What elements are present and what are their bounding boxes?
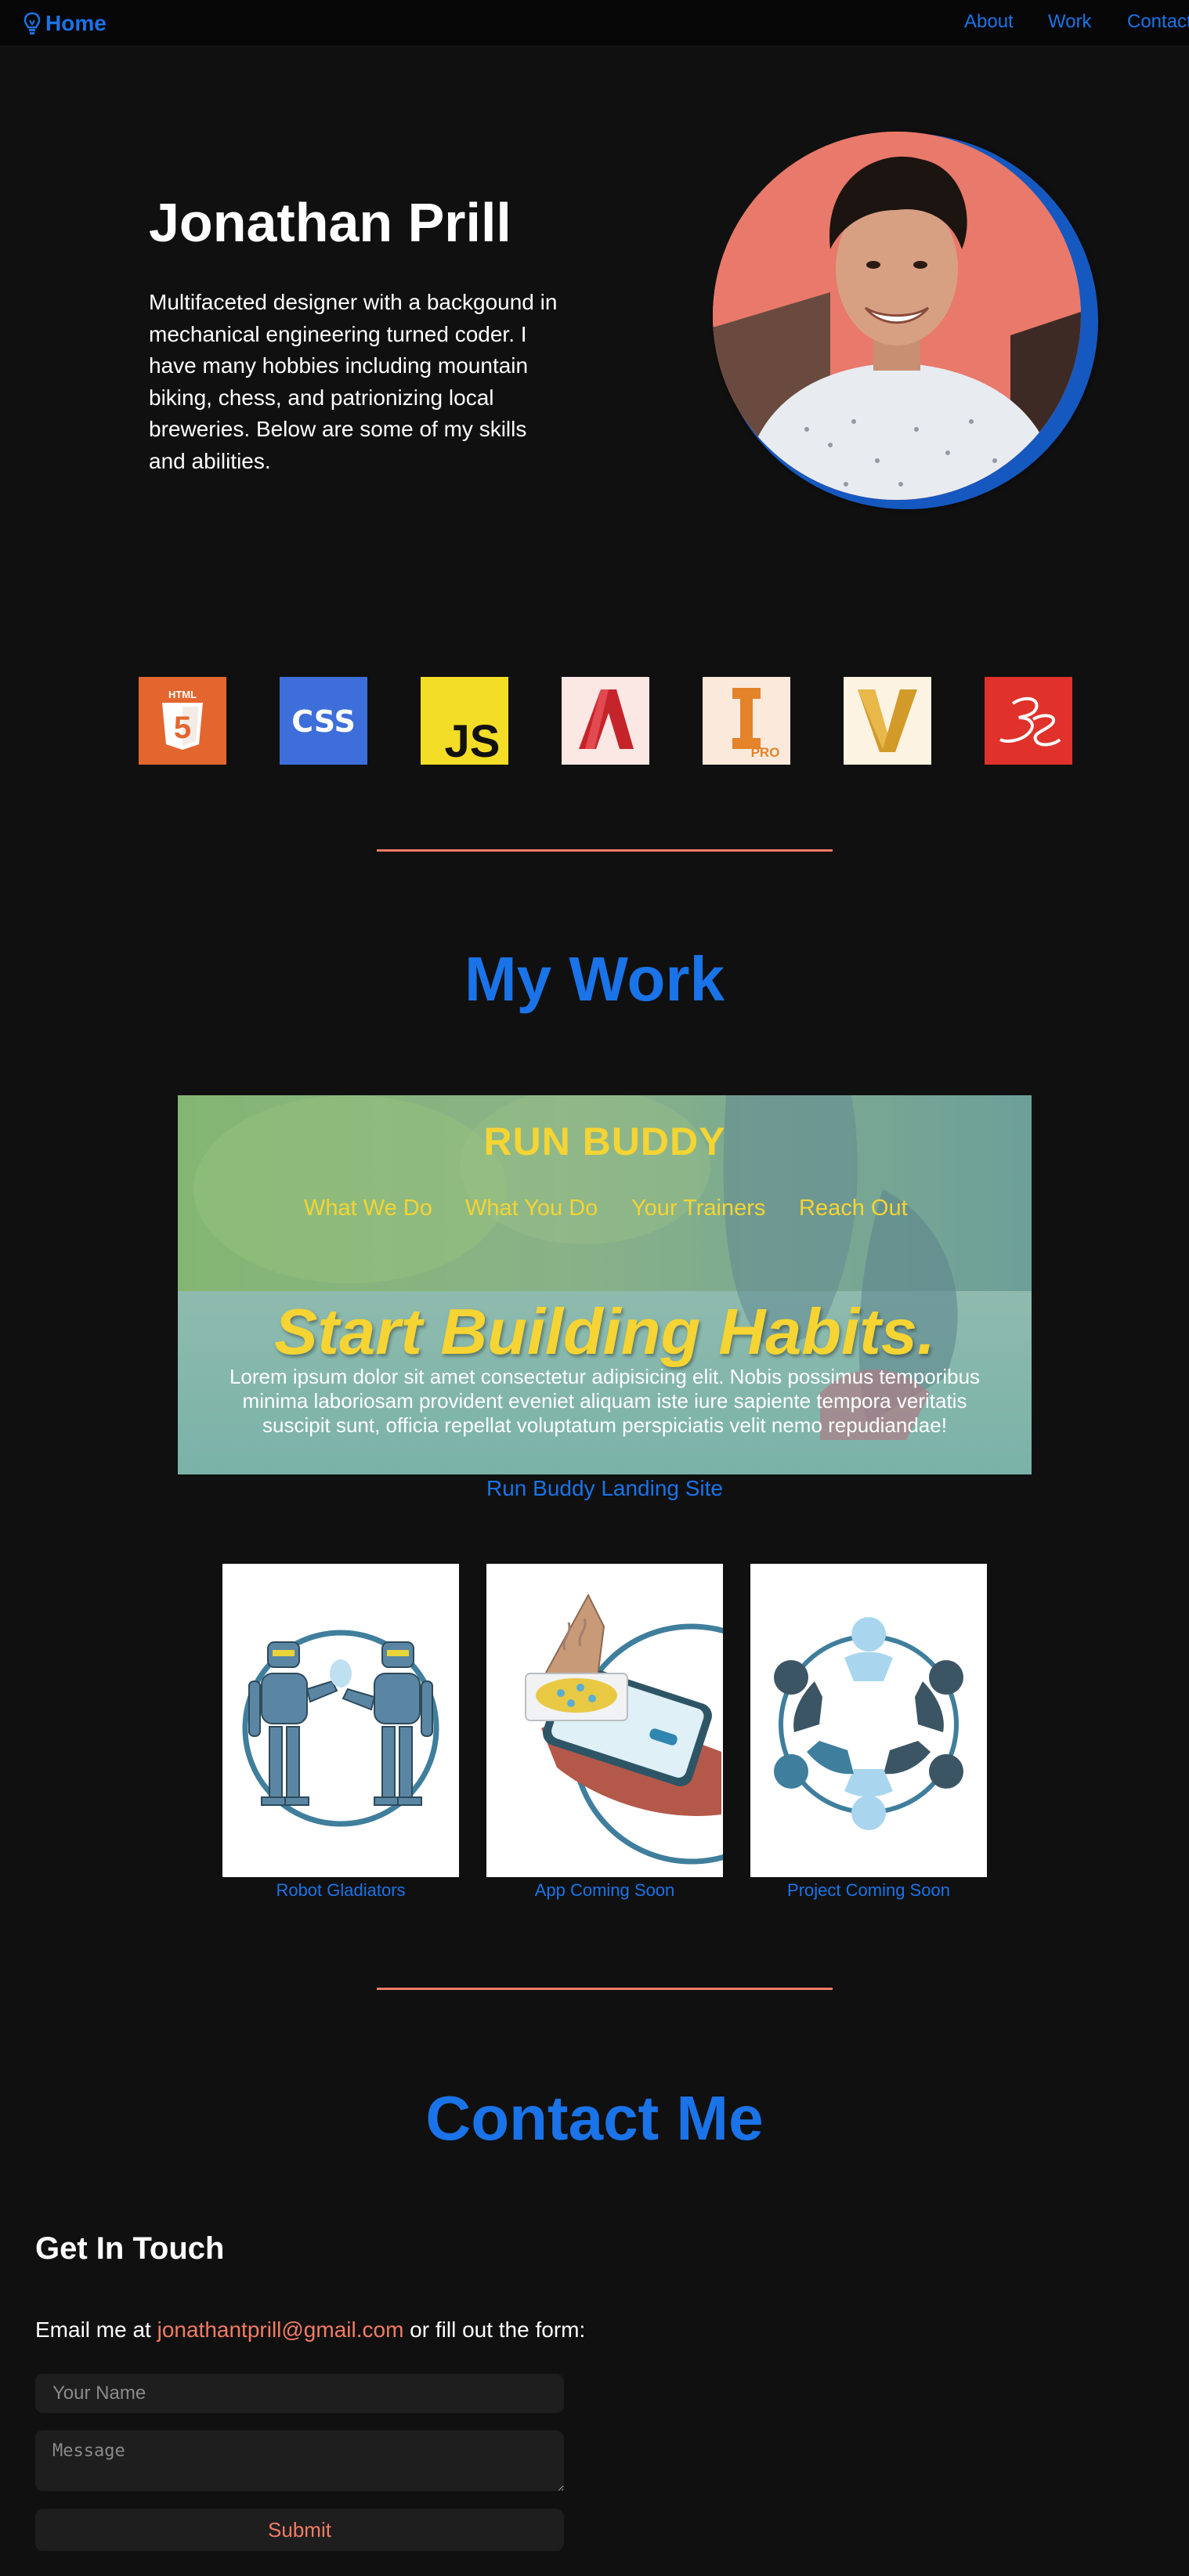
project-caption-app-coming-soon[interactable]: App Coming Soon [486, 1880, 723, 1901]
svg-text:JS: JS [445, 716, 501, 765]
email-prefix: Email me at [35, 2317, 157, 2342]
email-link[interactable]: jonathantprill@gmail.com [157, 2317, 404, 2342]
home-link-label: Home [45, 11, 107, 35]
runbuddy-nav-what-we-do[interactable]: What We Do [304, 1196, 432, 1221]
project-card-app-coming-soon[interactable] [486, 1564, 723, 1877]
autocad-icon [562, 677, 649, 765]
nav-link-work[interactable]: Work [1048, 11, 1092, 33]
robots-illustration [242, 1630, 439, 1827]
section-divider [377, 1988, 833, 1990]
css-icon: CSS [280, 677, 367, 765]
avatar [713, 132, 1081, 500]
email-line: Email me at jonathantprill@gmail.com or … [35, 2317, 585, 2343]
svg-text:HTML: HTML [168, 689, 197, 700]
contact-heading: Get In Touch [35, 2231, 225, 2266]
dassault-3ds-icon [985, 677, 1072, 765]
runbuddy-nav-reach-out[interactable]: Reach Out [799, 1196, 908, 1221]
runbuddy-body: Lorem ipsum dolor sit amet consectetur a… [229, 1365, 981, 1437]
runbuddy-headline: Start Building Habits. [274, 1295, 935, 1368]
message-input[interactable] [35, 2430, 564, 2491]
name-input[interactable] [35, 2374, 564, 2413]
runbuddy-brand: RUN BUDDY [483, 1120, 726, 1163]
nav-link-about[interactable]: About [964, 11, 1014, 33]
project-caption-project-coming-soon[interactable]: Project Coming Soon [750, 1880, 987, 1901]
bio-text: Multifaceted designer with a backgound i… [149, 290, 558, 473]
lightbulb-icon [23, 12, 41, 34]
javascript-icon: JS [421, 677, 508, 767]
svg-text:PRO: PRO [751, 745, 780, 760]
pizza-app-illustration [525, 1593, 723, 1865]
runbuddy-nav-your-trainers[interactable]: Your Trainers [631, 1196, 765, 1221]
svg-text:CSS: CSS [291, 704, 356, 739]
team-circle-illustration [774, 1617, 963, 1830]
section-divider [377, 849, 833, 852]
project-card-robot-gladiators[interactable] [222, 1564, 459, 1877]
contact-section-title: Contact Me [425, 2083, 764, 2153]
runbuddy-preview[interactable]: RUN BUDDY What We Do What You Do Your Tr… [178, 1095, 1032, 1474]
email-suffix: or fill out the form: [403, 2317, 586, 2342]
home-link[interactable]: Home [23, 9, 107, 38]
vault-icon [844, 677, 931, 765]
html5-icon: HTML 5 [139, 677, 226, 765]
inventor-pro-icon: PRO [703, 677, 790, 765]
nav-link-contact[interactable]: Contact [1127, 11, 1189, 33]
submit-button[interactable]: Submit [35, 2509, 564, 2551]
svg-text:5: 5 [174, 711, 191, 745]
project-card-project-coming-soon[interactable] [750, 1564, 987, 1877]
work-section-title: My Work [464, 944, 725, 1014]
project-caption-robot-gladiators[interactable]: Robot Gladiators [222, 1880, 459, 1901]
page-title: Jonathan Prill [149, 192, 511, 253]
runbuddy-caption-link[interactable]: Run Buddy Landing Site [178, 1476, 1032, 1501]
runbuddy-nav-what-you-do[interactable]: What You Do [465, 1196, 598, 1221]
